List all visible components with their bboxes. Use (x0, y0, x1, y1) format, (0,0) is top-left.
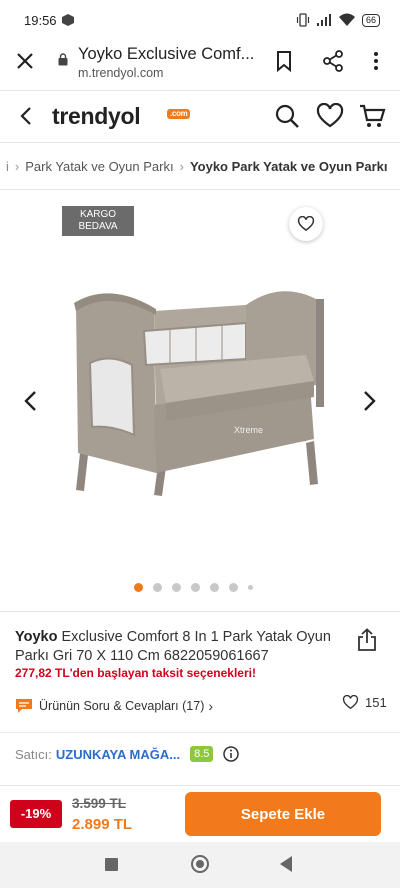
product-brand[interactable]: Yoyko (15, 629, 57, 645)
product-gallery[interactable]: KARGO BEDAVA Xtreme (0, 190, 400, 612)
breadcrumb-item[interactable]: Park Yatak ve Oyun Parkı (25, 159, 173, 174)
product-name: Exclusive Comfort 8 In 1 Park Yatak Oyun… (15, 629, 331, 664)
installment-info[interactable]: 277,82 TL'den başlayan taksit seçenekler… (15, 666, 256, 680)
vibrate-icon (296, 13, 310, 27)
back-triangle-icon[interactable] (280, 856, 292, 872)
wifi-icon (338, 13, 355, 26)
pagination-dot[interactable] (229, 583, 238, 592)
status-indicators: 66 (296, 12, 380, 28)
search-icon[interactable] (274, 103, 300, 129)
discount-badge: -19% (10, 800, 62, 828)
status-time: 19:56 (24, 13, 57, 28)
system-navigation-bar (0, 842, 400, 888)
battery-indicator: 66 (361, 13, 380, 27)
pagination-dot[interactable] (172, 583, 181, 592)
divider (0, 611, 400, 612)
add-to-cart-button[interactable]: Sepete Ekle (185, 792, 381, 836)
bookmark-icon[interactable] (274, 50, 294, 72)
pagination-dot[interactable] (191, 583, 200, 592)
seller-label: Satıcı: (15, 746, 52, 762)
chevron-right-icon[interactable] (360, 389, 378, 413)
old-price: 3.599 TL (72, 796, 127, 811)
pagination-dot-active[interactable] (134, 583, 143, 592)
browser-url[interactable]: m.trendyol.com (78, 66, 163, 80)
share-icon[interactable] (322, 50, 344, 72)
browser-toolbar: Yoyko Exclusive Comf... m.trendyol.com (0, 42, 400, 88)
favorite-count-value: 151 (365, 695, 387, 710)
app-notification-icon (62, 14, 74, 26)
browser-page-title[interactable]: Yoyko Exclusive Comf... (78, 45, 258, 64)
info-icon[interactable] (223, 746, 240, 762)
badge-line: KARGO (79, 209, 117, 220)
back-arrow-icon[interactable] (16, 105, 36, 127)
favorite-button[interactable] (289, 207, 323, 241)
pagination-dot[interactable] (153, 583, 162, 592)
heart-icon[interactable] (316, 103, 344, 129)
buy-bar: -19% 3.599 TL 2.899 TL Sepete Ekle (0, 785, 400, 841)
qa-label: Ürünün Soru & Cevapları (17) (39, 699, 205, 713)
lock-icon (58, 53, 68, 66)
site-header: trendyol .com (0, 91, 400, 143)
logo-suffix: .com (167, 109, 191, 119)
seller-name-link[interactable]: UZUNKAYA MAĞA... (56, 747, 180, 762)
divider (0, 732, 400, 733)
more-vert-icon[interactable] (366, 50, 386, 72)
cart-icon[interactable] (358, 103, 386, 129)
chevron-right-icon: › (179, 158, 184, 174)
product-title: Yoyko Exclusive Comfort 8 In 1 Park Yata… (15, 628, 345, 666)
home-icon[interactable] (191, 855, 209, 873)
favorite-count[interactable]: 151 (342, 695, 387, 710)
chevron-right-icon: › (208, 698, 214, 714)
pagination-dot[interactable] (210, 583, 219, 592)
signal-icon (316, 14, 331, 26)
share-icon[interactable] (356, 628, 378, 652)
trendyol-logo[interactable]: trendyol .com (52, 103, 191, 130)
badge-line: BEDAVA (78, 221, 118, 232)
chat-bubble-icon (16, 699, 32, 713)
heart-icon (342, 695, 359, 710)
product-qa-link[interactable]: Ürünün Soru & Cevapları (17) › (15, 695, 213, 717)
pagination-dot[interactable] (248, 585, 253, 590)
free-shipping-badge: KARGO BEDAVA (62, 206, 134, 236)
status-bar: 19:56 66 (0, 0, 400, 42)
gallery-pagination (134, 583, 253, 592)
breadcrumb-lead[interactable]: i (6, 159, 9, 174)
product-brand-mark: Xtreme (234, 425, 263, 435)
chevron-right-icon: › (14, 158, 20, 174)
recent-apps-icon[interactable] (105, 858, 118, 871)
close-icon[interactable] (14, 50, 36, 72)
seller-row: Satıcı: UZUNKAYA MAĞA... 8.5 (15, 746, 240, 762)
chevron-left-icon[interactable] (22, 389, 40, 413)
current-price: 2.899 TL (72, 816, 133, 833)
product-image[interactable]: Xtreme (70, 285, 332, 505)
logo-text: trendyol (52, 103, 141, 129)
heart-icon (297, 216, 315, 232)
seller-score-badge: 8.5 (190, 746, 214, 762)
breadcrumb: i › Park Yatak ve Oyun Parkı › Yoyko Par… (0, 143, 400, 189)
breadcrumb-current[interactable]: Yoyko Park Yatak ve Oyun Parkı (190, 159, 388, 174)
